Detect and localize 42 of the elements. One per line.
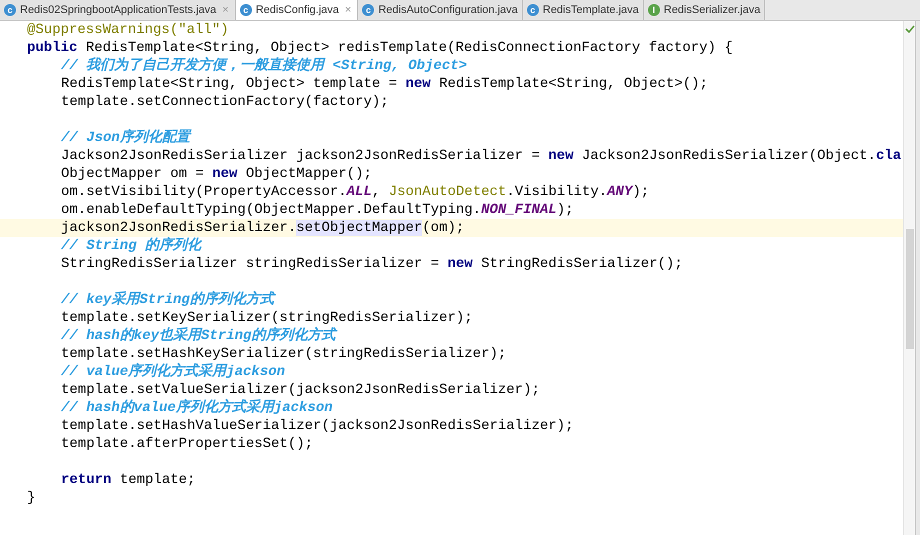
code-line: template.afterPropertiesSet(); bbox=[61, 436, 314, 452]
code-line: // Json序列化配置 bbox=[61, 130, 190, 146]
code-line: ObjectMapper om = new ObjectMapper(); bbox=[61, 166, 372, 182]
code-line: template.setConnectionFactory(factory); bbox=[61, 94, 389, 110]
tab-label: Redis02SpringbootApplicationTests.java bbox=[20, 2, 216, 18]
code-line: // hash的value序列化方式采用jackson bbox=[61, 400, 333, 416]
file-tab[interactable]: c RedisTemplate.java bbox=[522, 0, 644, 20]
code-line: // String 的序列化 bbox=[61, 238, 202, 254]
code-line: template.setKeySerializer(stringRedisSerializer); bbox=[61, 310, 473, 326]
code-line: template.setHashValueSerializer(jackson2JsonRedisSerializer); bbox=[61, 418, 574, 434]
tab-label: RedisConfig.java bbox=[256, 2, 339, 18]
code-line: // 我们为了自己开发方便，一般直接使用 <String, Object> bbox=[61, 58, 468, 74]
file-tab[interactable]: c Redis02SpringbootApplicationTests.java × bbox=[0, 0, 236, 20]
code-line: } bbox=[27, 490, 36, 506]
file-tab[interactable]: I RedisSerializer.java bbox=[644, 0, 766, 20]
code-line: StringRedisSerializer stringRedisSerializer = new StringRedisSerializer(); bbox=[61, 256, 683, 272]
code-line: @SuppressWarnings("all") bbox=[27, 22, 229, 38]
class-icon: c bbox=[362, 4, 374, 16]
scrollbar-thumb[interactable] bbox=[906, 229, 914, 349]
code-line: // hash的key也采用String的序列化方式 bbox=[61, 328, 336, 344]
code-line: om.setVisibility(PropertyAccessor.ALL, JsonAutoDetect.Visibility.ANY); bbox=[61, 184, 650, 200]
class-icon: c bbox=[4, 4, 16, 16]
tab-label: RedisSerializer.java bbox=[664, 2, 760, 18]
tab-label: RedisTemplate.java bbox=[542, 2, 639, 18]
code-line: jackson2JsonRedisSerializer.setObjectMapper(om); bbox=[61, 220, 464, 236]
code-line: template.setHashKeySerializer(stringRedisSerializer); bbox=[61, 346, 506, 362]
class-icon: c bbox=[526, 4, 539, 16]
code-line: Jackson2JsonRedisSerializer jackson2JsonRedisSerializer = new Jackson2JsonRedisSerializer(Object.cla bbox=[61, 148, 902, 164]
code-line: // value序列化方式采用jackson bbox=[61, 364, 286, 380]
code-line: public RedisTemplate<String, Object> redisTemplate(RedisConnectionFactory factory) { bbox=[27, 40, 733, 56]
class-icon: c bbox=[240, 4, 252, 16]
editor-scrollbar[interactable] bbox=[903, 21, 915, 535]
code-line: // key采用String的序列化方式 bbox=[61, 292, 274, 308]
tab-label: RedisAutoConfiguration.java bbox=[378, 2, 518, 18]
code-line: om.enableDefaultTyping(ObjectMapper.DefaultTyping.NON_FINAL); bbox=[61, 202, 574, 218]
file-tab[interactable]: c RedisAutoConfiguration.java bbox=[358, 0, 523, 20]
code-line: return template; bbox=[61, 472, 196, 488]
interface-icon: I bbox=[648, 4, 660, 16]
code-line: RedisTemplate<String, Object> template = new RedisTemplate<String, Object>(); bbox=[61, 76, 708, 92]
code-line: template.setValueSerializer(jackson2JsonRedisSerializer); bbox=[61, 382, 540, 398]
file-tab[interactable]: c RedisConfig.java × bbox=[236, 0, 358, 20]
check-icon bbox=[904, 25, 914, 33]
